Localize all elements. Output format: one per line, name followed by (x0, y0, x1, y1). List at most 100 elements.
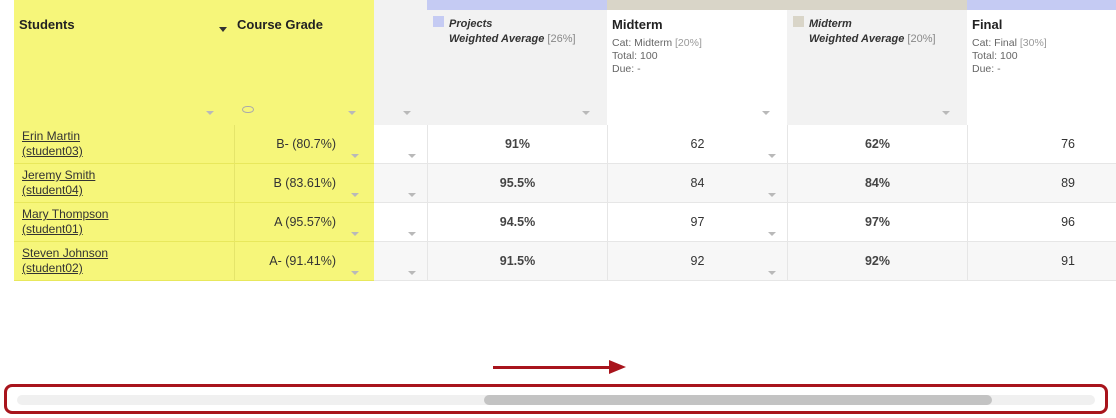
midterm-weighted-cell: 84% (787, 164, 967, 203)
header-projects[interactable]: Projects Weighted Average [26%] (427, 0, 607, 125)
header-blank (374, 0, 427, 125)
blank-cell (374, 125, 427, 164)
student-name-link[interactable]: Steven Johnson (student02) (22, 246, 108, 276)
midterm-weighted-cell: 62% (787, 125, 967, 164)
course-grade-cell[interactable]: A (95.57%) (234, 203, 374, 242)
annotation-arrow-head-icon (609, 360, 626, 374)
student-name-link[interactable]: Mary Thompson (student01) (22, 207, 108, 237)
header-midterm-weighted-title: Midterm Weighted Average [20%] (809, 18, 936, 45)
blank-cell (374, 164, 427, 203)
student-cell: Mary Thompson (student01) (14, 203, 234, 242)
final-value: 89 (1061, 176, 1075, 190)
table-row: Steven Johnson (student02) A- (91.41%) 91… (14, 242, 1116, 281)
cell-menu-caret-icon[interactable] (768, 232, 776, 236)
header-students-title: Students (19, 17, 75, 32)
final-cell[interactable]: 89 (967, 164, 1116, 203)
category-color-bar (787, 0, 967, 10)
column-menu-caret-icon[interactable] (582, 111, 590, 115)
header-midterm-meta: Cat: Midterm [20%] Total: 100 Due: - (612, 37, 702, 75)
projects-cell: 91% (427, 125, 607, 164)
midterm-value: 62 (690, 137, 705, 151)
header-course-grade[interactable]: Course Grade (234, 0, 374, 125)
column-menu-caret-icon[interactable] (206, 111, 214, 115)
student-cell: Steven Johnson (student02) (14, 242, 234, 281)
column-menu-caret-icon[interactable] (762, 111, 770, 115)
cell-menu-caret-icon[interactable] (351, 232, 359, 236)
student-name-link[interactable]: Erin Martin (student03) (22, 129, 83, 159)
projects-cell: 94.5% (427, 203, 607, 242)
student-cell: Erin Martin (student03) (14, 125, 234, 164)
midterm-cell[interactable]: 97 (607, 203, 787, 242)
projects-value: 91% (504, 137, 531, 151)
midterm-weighted-value: 92% (864, 254, 891, 268)
eye-icon[interactable] (242, 106, 254, 113)
cell-menu-caret-icon[interactable] (768, 193, 776, 197)
projects-cell: 91.5% (427, 242, 607, 281)
cell-menu-caret-icon[interactable] (408, 271, 416, 275)
header-final[interactable]: Final Cat: Final [30%] Total: 100 Due: - (967, 0, 1116, 125)
cell-menu-caret-icon[interactable] (768, 271, 776, 275)
column-menu-caret-icon[interactable] (942, 111, 950, 115)
final-value: 76 (1061, 137, 1075, 151)
cell-menu-caret-icon[interactable] (351, 271, 359, 275)
midterm-weighted-value: 97% (864, 215, 891, 229)
column-menu-caret-icon[interactable] (348, 111, 356, 115)
cell-menu-caret-icon[interactable] (351, 154, 359, 158)
header-course-grade-title: Course Grade (237, 17, 323, 32)
category-color-bar (967, 0, 1116, 10)
table-row: Erin Martin (student03) B- (80.7%) 91% 62… (14, 125, 1116, 164)
table-row: Mary Thompson (student01) A (95.57%) 94.5… (14, 203, 1116, 242)
scrollbar-highlight (4, 384, 1108, 414)
sort-caret-down-icon[interactable] (219, 27, 227, 32)
course-grade-value: B- (80.7%) (276, 137, 336, 151)
header-final-meta: Cat: Final [30%] Total: 100 Due: - (972, 37, 1047, 75)
header-projects-title: Projects Weighted Average [26%] (449, 18, 576, 45)
blank-cell (374, 242, 427, 281)
final-cell[interactable]: 96 (967, 203, 1116, 242)
blank-cell (374, 203, 427, 242)
midterm-cell[interactable]: 84 (607, 164, 787, 203)
projects-cell: 95.5% (427, 164, 607, 203)
student-cell: Jeremy Smith (student04) (14, 164, 234, 203)
table-row: Jeremy Smith (student04) B (83.61%) 95.5%… (14, 164, 1116, 203)
midterm-value: 84 (690, 176, 705, 190)
cell-menu-caret-icon[interactable] (351, 193, 359, 197)
cell-menu-caret-icon[interactable] (408, 232, 416, 236)
annotation-arrow-line (493, 366, 611, 369)
header-students[interactable]: Students (14, 0, 234, 125)
course-grade-value: B (83.61%) (273, 176, 336, 190)
final-value: 96 (1061, 215, 1075, 229)
column-menu-caret-icon[interactable] (403, 111, 411, 115)
header-midterm-weighted[interactable]: Midterm Weighted Average [20%] (787, 0, 967, 125)
midterm-cell[interactable]: 92 (607, 242, 787, 281)
course-grade-value: A- (91.41%) (269, 254, 336, 268)
header-final-title: Final (972, 17, 1003, 32)
course-grade-cell[interactable]: B- (80.7%) (234, 125, 374, 164)
horizontal-scrollbar-thumb[interactable] (484, 395, 992, 405)
student-name-link[interactable]: Jeremy Smith (student04) (22, 168, 95, 198)
cell-menu-caret-icon[interactable] (408, 193, 416, 197)
midterm-value: 92 (690, 254, 705, 268)
category-color-bar (427, 0, 607, 10)
cell-menu-caret-icon[interactable] (408, 154, 416, 158)
category-swatch (793, 16, 804, 27)
header-midterm[interactable]: Midterm Cat: Midterm [20%] Total: 100 Du… (607, 0, 787, 125)
midterm-weighted-cell: 92% (787, 242, 967, 281)
final-cell[interactable]: 91 (967, 242, 1116, 281)
final-value: 91 (1061, 254, 1075, 268)
projects-value: 91.5% (499, 254, 536, 268)
cell-menu-caret-icon[interactable] (768, 154, 776, 158)
course-grade-cell[interactable]: A- (91.41%) (234, 242, 374, 281)
header-midterm-title: Midterm (612, 17, 663, 32)
midterm-weighted-value: 62% (864, 137, 891, 151)
midterm-weighted-cell: 97% (787, 203, 967, 242)
course-grade-cell[interactable]: B (83.61%) (234, 164, 374, 203)
midterm-cell[interactable]: 62 (607, 125, 787, 164)
course-grade-value: A (95.57%) (274, 215, 336, 229)
gradebook-grid: Students Course Grade Projects Weighted … (14, 0, 1116, 282)
midterm-weighted-value: 84% (864, 176, 891, 190)
projects-value: 94.5% (499, 215, 536, 229)
final-cell[interactable]: 76 (967, 125, 1116, 164)
category-swatch (433, 16, 444, 27)
projects-value: 95.5% (499, 176, 536, 190)
